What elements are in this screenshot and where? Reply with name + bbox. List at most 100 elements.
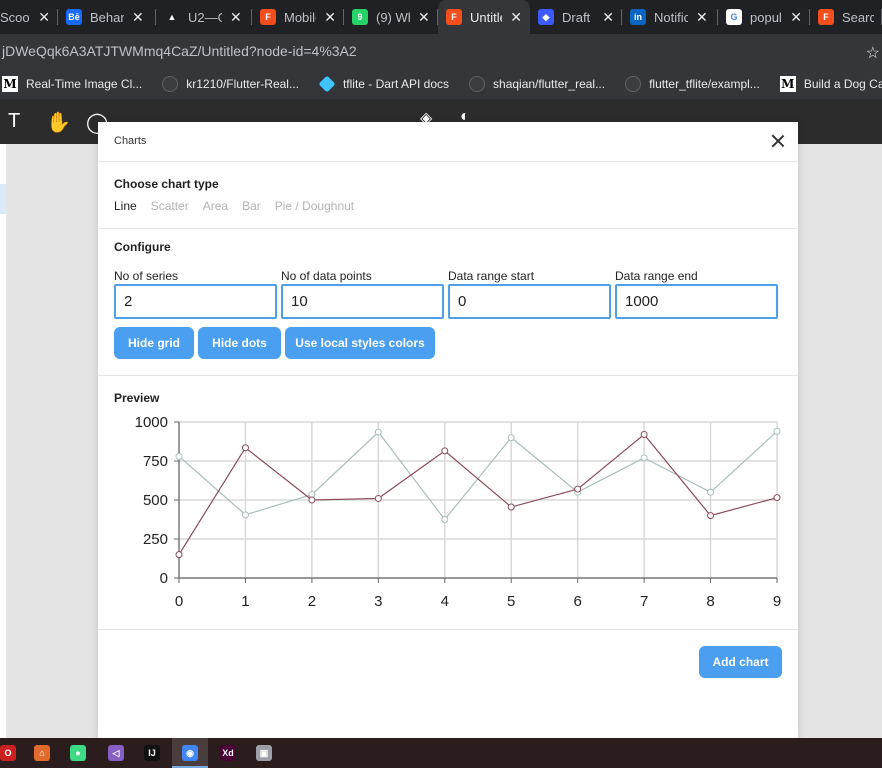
figma-icon: F (446, 9, 462, 25)
range-start-input[interactable] (448, 284, 611, 319)
y-tick-label: 750 (143, 453, 168, 470)
close-tab-icon[interactable]: ✕ (38, 9, 50, 26)
bookmark-item[interactable]: tflite - Dart API docs (318, 75, 449, 92)
data-point (773, 494, 781, 502)
browser-tab[interactable]: ◆ Draft ✕ (530, 0, 622, 34)
chart-type-area[interactable]: Area (203, 199, 228, 213)
text-tool-icon[interactable]: T (8, 110, 20, 133)
data-point (707, 488, 715, 496)
chart-type-scatter[interactable]: Scatter (151, 199, 189, 213)
adobe-xd-icon[interactable]: Xd (220, 745, 236, 761)
github-icon (162, 75, 179, 92)
modal-title: Charts (114, 135, 147, 147)
close-tab-icon[interactable]: ✕ (324, 9, 336, 26)
browser-tab[interactable]: F Search (810, 0, 882, 34)
tab-title: Behance (90, 9, 124, 25)
opera-icon[interactable]: O (0, 745, 16, 761)
intellij-icon[interactable]: IJ (144, 745, 160, 761)
close-tab-icon[interactable]: ✕ (418, 9, 430, 26)
figma-icon: F (260, 9, 276, 25)
configure-section: Configure No of series No of data points… (98, 229, 798, 376)
modal-header: Charts (98, 122, 798, 162)
bookmark-item[interactable]: M Real-Time Image Cl... (2, 75, 142, 92)
tab-title: Scooter (0, 9, 30, 25)
data-point (241, 444, 249, 452)
chart-type-tabs: Line Scatter Area Bar Pie / Doughnut (114, 199, 368, 213)
browser-tab[interactable]: 9 (9) WhatsApp ✕ (344, 0, 438, 34)
bookmark-item[interactable]: flutter_tflite/exampl... (625, 75, 760, 92)
browser-tab[interactable]: F Mobile ✕ (252, 0, 344, 34)
add-chart-button[interactable]: Add chart (699, 646, 782, 678)
data-point (308, 496, 316, 504)
android-icon[interactable]: ● (70, 745, 86, 761)
selected-layer[interactable] (0, 184, 6, 214)
github-icon (625, 75, 642, 92)
x-tick-label: 7 (640, 593, 648, 610)
data-point (574, 485, 582, 493)
use-local-styles-button[interactable]: Use local styles colors (285, 327, 435, 359)
windows-taskbar: O ⌂ ● ◁ IJ ◉ Xd ▣ (0, 738, 882, 768)
data-point (441, 447, 449, 455)
medium-icon: M (779, 75, 796, 92)
preview-section: Preview 0 250 500 750 1000 0 1 2 3 4 5 6 7 8 9 (98, 376, 798, 630)
close-tab-icon[interactable]: ✕ (790, 9, 802, 26)
series-count-label: No of series (114, 269, 179, 283)
browser-tab[interactable]: F Untitled ✕ (438, 0, 530, 34)
tab-title: Search (842, 9, 874, 25)
app-orange-icon[interactable]: ⌂ (34, 745, 50, 761)
x-tick-label: 3 (374, 593, 382, 610)
bookmark-item[interactable]: shaqian/flutter_real... (469, 75, 605, 92)
google-icon: G (726, 9, 742, 25)
y-tick-label: 0 (160, 570, 168, 587)
chrome-icon[interactable]: ◉ (182, 745, 198, 761)
chart-type-heading: Choose chart type (114, 177, 219, 191)
tab-title: U2—Google Drive (188, 9, 222, 25)
close-tab-icon[interactable]: ✕ (510, 9, 522, 26)
chart-type-bar[interactable]: Bar (242, 199, 261, 213)
x-tick-label: 0 (175, 593, 183, 610)
range-end-input[interactable] (615, 284, 778, 319)
x-tick-label: 9 (773, 593, 781, 610)
hand-tool-icon[interactable]: ✋ (46, 110, 71, 135)
browser-tab-bar: Scooter ✕ Bē Behance ✕ ▲ U2—Google Drive ✕ F Mobi… (0, 0, 882, 34)
chart-type-pie[interactable]: Pie / Doughnut (275, 199, 354, 213)
close-tab-icon[interactable]: ✕ (696, 9, 708, 26)
bookmark-item[interactable]: kr1210/Flutter-Real... (162, 75, 299, 92)
behance-icon: Bē (66, 9, 82, 25)
hide-dots-button[interactable]: Hide dots (198, 327, 281, 359)
close-tab-icon[interactable]: ✕ (132, 9, 144, 26)
close-icon[interactable] (770, 133, 786, 149)
close-tab-icon[interactable]: ✕ (602, 9, 614, 26)
range-end-label: Data range end (615, 269, 698, 283)
preview-chart: 0 250 500 750 1000 0 1 2 3 4 5 6 7 8 9 (135, 414, 782, 610)
configure-heading: Configure (114, 240, 171, 254)
data-points-label: No of data points (281, 269, 372, 283)
figma-icon: F (818, 9, 834, 25)
bookmark-star-icon[interactable]: ☆ (866, 43, 880, 63)
browser-tab[interactable]: in Notifications ✕ (622, 0, 718, 34)
visual-studio-icon[interactable]: ◁ (108, 745, 124, 761)
close-tab-icon[interactable]: ✕ (230, 9, 242, 26)
whatsapp-icon: 9 (352, 9, 368, 25)
data-point (175, 551, 183, 559)
url-text[interactable]: jDWeQqk6A3ATJTWMmq4CaZ/Untitled?node-id=… (2, 43, 357, 59)
data-point (374, 428, 382, 436)
y-tick-label: 250 (143, 531, 168, 548)
browser-tab[interactable]: Gpopular ✕ (718, 0, 810, 34)
chart-type-line[interactable]: Line (114, 199, 137, 213)
browser-tab[interactable]: Bē Behance ✕ (58, 0, 156, 34)
hide-grid-button[interactable]: Hide grid (114, 327, 194, 359)
photos-icon[interactable]: ▣ (256, 745, 272, 761)
address-bar[interactable]: jDWeQqk6A3ATJTWMmq4CaZ/Untitled?node-id=… (0, 34, 882, 68)
x-tick-label: 5 (507, 593, 515, 610)
series-count-input[interactable] (114, 284, 277, 319)
x-tick-label: 1 (241, 593, 249, 610)
bookmark-item[interactable]: M Build a Dog Came (779, 75, 882, 92)
browser-tab[interactable]: ▲ U2—Google Drive ✕ (156, 0, 252, 34)
x-tick-label: 8 (706, 593, 714, 610)
series-line (178, 433, 778, 555)
browser-tab[interactable]: Scooter ✕ (0, 0, 58, 34)
data-point (175, 452, 183, 460)
data-points-input[interactable] (281, 284, 444, 319)
tab-title: Mobile (284, 9, 316, 25)
